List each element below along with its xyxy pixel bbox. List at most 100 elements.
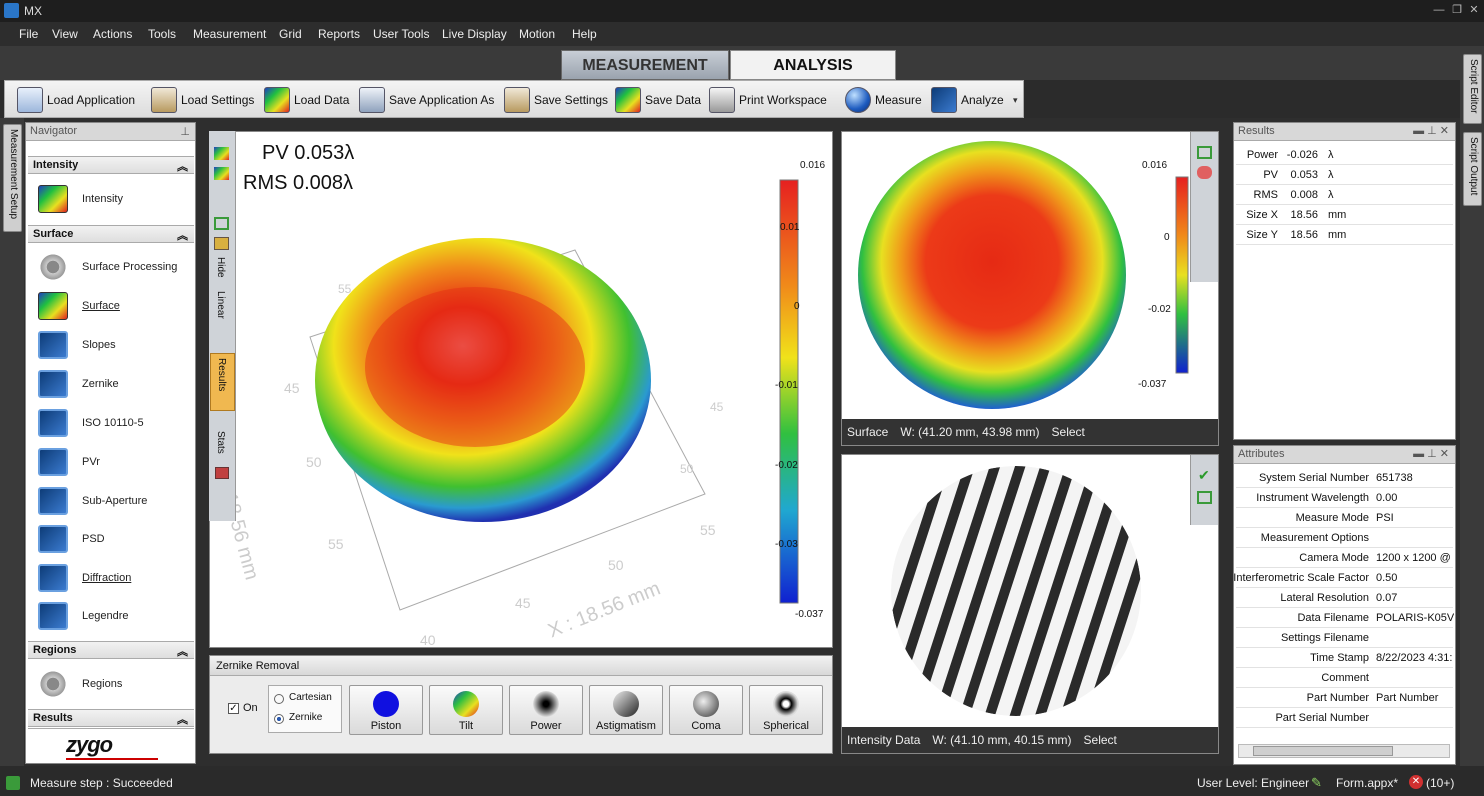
nav-item-surface-processing[interactable]: Surface Processing: [38, 253, 177, 281]
results-title: Results: [1238, 125, 1275, 137]
surface-3d-view[interactable]: PV 0.053λ RMS 0.008λ 0.016 0.01 0 -0.01 …: [209, 131, 833, 648]
collapse-icon[interactable]: ︽: [177, 643, 188, 659]
attribute-value: 0.07: [1376, 592, 1398, 604]
tab-script-output[interactable]: Script Output: [1463, 132, 1482, 206]
astigmatism-button[interactable]: Astigmatism: [589, 685, 663, 735]
results-panel: Results ▬ ⊥ ✕ Power -0.026 λ PV 0.053 λ RMS 0.…: [1233, 122, 1456, 440]
menu-user-tools[interactable]: User Tools: [373, 27, 429, 41]
nav-section-surface[interactable]: Surface ︽: [28, 225, 194, 243]
minimize-icon[interactable]: —: [1432, 3, 1446, 17]
power-button[interactable]: Power: [509, 685, 583, 735]
tab-script-editor[interactable]: Script Editor: [1463, 54, 1482, 124]
close-icon[interactable]: ✕: [1467, 3, 1481, 17]
colormap-icon[interactable]: [1197, 166, 1212, 179]
tab-measurement[interactable]: MEASUREMENT: [561, 50, 729, 80]
load-data-button[interactable]: Load Data: [264, 85, 349, 115]
nav-item-diffraction[interactable]: Diffraction: [38, 564, 131, 592]
nav-item-legendre[interactable]: Legendre: [38, 602, 129, 630]
piston-button[interactable]: Piston: [349, 685, 423, 735]
rms-readout: RMS 0.008λ: [243, 172, 354, 194]
zernike-on-checkbox[interactable]: ✓: [228, 703, 239, 714]
select-mode[interactable]: Select: [1052, 425, 1085, 439]
nav-item-zernike[interactable]: Zernike: [38, 370, 119, 398]
panel-controls-icon[interactable]: ▬ ⊥ ✕: [1413, 447, 1449, 460]
maximize-icon[interactable]: ❐: [1450, 3, 1464, 17]
check-icon[interactable]: ✔: [1198, 467, 1210, 484]
brand-logo-area: zygo: [28, 728, 194, 762]
nav-section-intensity[interactable]: Intensity ︽: [28, 156, 194, 174]
menu-live-display[interactable]: Live Display: [442, 27, 507, 41]
result-name: RMS: [1253, 189, 1278, 201]
error-icon[interactable]: ✕: [1409, 775, 1423, 789]
menu-measurement[interactable]: Measurement: [193, 27, 266, 41]
analyze-button[interactable]: Analyze: [931, 85, 1004, 115]
nav-item-regions[interactable]: Regions: [38, 670, 122, 698]
logo-underline: [66, 758, 158, 760]
scrollbar-thumb[interactable]: [1253, 746, 1393, 756]
pin-icon[interactable]: ⊥: [180, 125, 190, 138]
zernike-radio[interactable]: [274, 714, 284, 724]
nav-section-regions[interactable]: Regions ︽: [28, 641, 194, 659]
load-application-button[interactable]: Load Application: [17, 85, 135, 115]
horizontal-scrollbar[interactable]: [1238, 744, 1450, 758]
nav-item-sub-aperture[interactable]: Sub-Aperture: [38, 487, 147, 515]
coma-button[interactable]: Coma: [669, 685, 743, 735]
attribute-row: Part Number Part Number: [1236, 688, 1453, 708]
attribute-name: Interferometric Scale Factor: [1233, 572, 1369, 584]
panel-controls-icon[interactable]: ▬ ⊥ ✕: [1413, 124, 1449, 137]
nav-item-slopes[interactable]: Slopes: [38, 331, 116, 359]
surface-status-bar: Surface W: (41.20 mm, 43.98 mm) Select: [842, 419, 1218, 445]
menu-help[interactable]: Help: [572, 27, 597, 41]
menu-view[interactable]: View: [52, 27, 78, 41]
toolbar-overflow-icon[interactable]: ▾: [1013, 95, 1018, 106]
save-data-button[interactable]: Save Data: [615, 85, 701, 115]
select-mode[interactable]: Select: [1084, 733, 1117, 747]
tab-hide[interactable]: Hide: [215, 257, 226, 278]
expand-icon[interactable]: [1197, 146, 1212, 159]
menu-reports[interactable]: Reports: [318, 27, 360, 41]
save-application-as-button[interactable]: Save Application As: [359, 85, 494, 115]
expand-icon[interactable]: [1197, 491, 1212, 504]
chart-icon[interactable]: [214, 237, 229, 250]
expand-icon[interactable]: [214, 217, 229, 230]
report-icon[interactable]: [215, 467, 229, 479]
result-value: 0.053: [1290, 169, 1318, 181]
spherical-icon: [773, 691, 799, 717]
nav-item-iso[interactable]: ISO 10110-5: [38, 409, 144, 437]
measure-label: Measure: [875, 93, 922, 107]
status-bar: Measure step : Succeeded User Level: Eng…: [0, 770, 1484, 796]
error-count[interactable]: (10+): [1426, 776, 1454, 790]
back-tick: 45: [710, 400, 724, 414]
menu-grid[interactable]: Grid: [279, 27, 302, 41]
form-name[interactable]: Form.appx*: [1336, 776, 1398, 790]
collapse-icon[interactable]: ︽: [177, 711, 188, 727]
load-settings-button[interactable]: Load Settings: [151, 85, 254, 115]
tab-measurement-setup[interactable]: Measurement Setup: [3, 124, 22, 232]
menu-tools[interactable]: Tools: [148, 27, 176, 41]
tab-analysis[interactable]: ANALYSIS: [730, 50, 896, 80]
load-data-icon[interactable]: [214, 147, 229, 160]
menu-file[interactable]: File: [19, 27, 38, 41]
nav-item-psd[interactable]: PSD: [38, 525, 105, 553]
print-workspace-button[interactable]: Print Workspace: [709, 85, 827, 115]
nav-item-surface[interactable]: Surface: [38, 292, 120, 320]
menu-motion[interactable]: Motion: [519, 27, 555, 41]
nav-item-label: PSD: [82, 533, 105, 545]
intensity-view[interactable]: ✔ Intensity Data W: (41.10 mm, 40.15 mm)…: [841, 454, 1219, 754]
collapse-icon[interactable]: ︽: [177, 227, 188, 243]
collapse-icon[interactable]: ︽: [177, 158, 188, 174]
spherical-button[interactable]: Spherical: [749, 685, 823, 735]
nav-item-intensity[interactable]: Intensity: [38, 185, 123, 213]
menu-actions[interactable]: Actions: [93, 27, 132, 41]
tab-stats[interactable]: Stats: [215, 431, 226, 454]
nav-section-results[interactable]: Results ︽: [28, 709, 194, 727]
tab-results-active[interactable]: Results: [210, 353, 235, 411]
surface-2d-view[interactable]: 0.016 0 -0.02 -0.037 Surface W: (41.20 m…: [841, 131, 1219, 446]
tilt-button[interactable]: Tilt: [429, 685, 503, 735]
save-settings-button[interactable]: Save Settings: [504, 85, 608, 115]
cartesian-radio[interactable]: [274, 694, 284, 704]
tab-linear[interactable]: Linear: [215, 291, 226, 319]
save-data-icon[interactable]: [214, 167, 229, 180]
nav-item-pvr[interactable]: PVr: [38, 448, 100, 476]
measure-button[interactable]: Measure: [845, 85, 922, 115]
